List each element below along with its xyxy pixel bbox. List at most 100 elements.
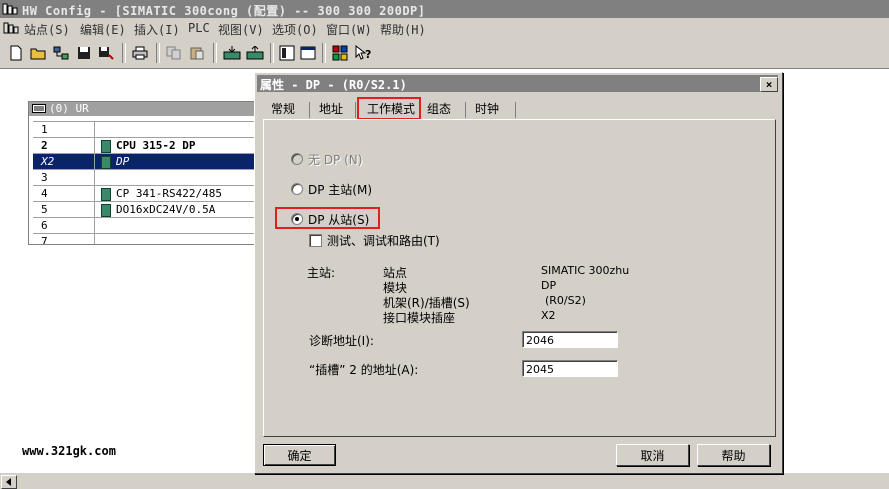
rack-row-4[interactable]: 4 CP 341-RS422/485: [33, 185, 255, 201]
menu-plc[interactable]: PLC: [188, 21, 210, 35]
rack-row-2[interactable]: 2 CPU 315-2 DP: [33, 137, 255, 153]
window-view-button[interactable]: [298, 43, 317, 62]
test-commissioning-checkbox[interactable]: [309, 234, 322, 247]
copy-button[interactable]: [164, 43, 183, 62]
compile-button[interactable]: [96, 43, 115, 62]
slot-number: 3: [33, 170, 95, 185]
toolbar-separator: [270, 43, 274, 63]
do-module-icon: [101, 203, 111, 217]
menu-view[interactable]: 视图(V): [218, 21, 264, 38]
rack-header: (0) UR: [29, 102, 257, 116]
dialog-title-bar[interactable]: 属性 - DP - (R0/S2.1) ×: [257, 75, 778, 92]
module-name: [95, 122, 255, 137]
menu-insert[interactable]: 插入(I): [134, 21, 180, 38]
dialog-title: 属性 - DP - (R0/S2.1): [260, 78, 407, 92]
tab-clock[interactable]: 时钟: [469, 100, 505, 118]
menu-window[interactable]: 窗口(W): [326, 21, 372, 38]
slot-number: 6: [33, 218, 95, 233]
upload-button[interactable]: [245, 43, 264, 62]
interface-socket-value: X2: [541, 309, 556, 322]
help-button[interactable]: 帮助: [697, 444, 770, 466]
slot-number: 5: [33, 202, 95, 217]
save-compile-icon: [98, 46, 114, 60]
new-file-icon: [10, 45, 21, 60]
save-disk-icon: [77, 46, 90, 59]
slot-number: 7: [33, 234, 95, 244]
catalog-button[interactable]: [277, 43, 296, 62]
slot2-address-field[interactable]: 2045: [522, 360, 618, 377]
slot2-address-label: “插槽” 2 的地址(A):: [309, 363, 419, 377]
watermark-text: www.321gk.com: [22, 444, 116, 458]
copy-icon: [166, 46, 180, 59]
cp-module-icon: [101, 187, 111, 201]
module-cell: DO16xDC24V/0.5A: [95, 202, 255, 217]
menu-help[interactable]: 帮助(H): [380, 21, 426, 38]
window-title-bar[interactable]: HW Config - [SIMATIC 300cong (配置) -- 300…: [0, 0, 889, 18]
dp-master-label: DP 主站(M): [308, 183, 373, 197]
slot-number: 2: [33, 138, 95, 153]
module-value: DP: [541, 279, 557, 292]
open-button[interactable]: [28, 43, 47, 62]
window-title: HW Config - [SIMATIC 300cong (配置) -- 300…: [22, 4, 426, 18]
station-icon: [3, 22, 19, 34]
diagnostics-button[interactable]: [330, 43, 349, 62]
tab-configuration[interactable]: 组态: [421, 100, 457, 118]
menu-bar: 站点(S) 编辑(E) 插入(I) PLC 视图(V) 选项(O) 窗口(W) …: [0, 18, 889, 38]
diagnostic-address-field[interactable]: 2046: [522, 331, 618, 348]
rack-row-1[interactable]: 1: [33, 121, 255, 137]
tab-separator: [515, 102, 516, 118]
dp-master-radio[interactable]: [291, 183, 303, 195]
scroll-left-button[interactable]: [1, 475, 17, 489]
slot-number: X2: [33, 154, 95, 169]
print-button[interactable]: [130, 43, 149, 62]
rack-row-5[interactable]: 5 DO16xDC24V/0.5A: [33, 201, 255, 217]
properties-dialog: 属性 - DP - (R0/S2.1) × 常规 地址 工作模式 组态 时钟 无…: [254, 72, 783, 474]
help-pointer-icon: ?: [355, 44, 371, 61]
hw-config-app-icon: [2, 3, 18, 15]
module-name: [95, 218, 255, 233]
tab-address[interactable]: 地址: [313, 100, 349, 118]
rack-row-x2[interactable]: X2 DP: [33, 153, 255, 169]
slot-number: 4: [33, 186, 95, 201]
catalog-icon: [279, 45, 294, 60]
module-cell: CP 341-RS422/485: [95, 186, 255, 201]
tab-separator: [465, 102, 466, 118]
rack-title: (0) UR: [49, 102, 89, 115]
cancel-button[interactable]: 取消: [616, 444, 689, 466]
dp-slave-label: DP 从站(S): [308, 213, 370, 227]
menu-options[interactable]: 选项(O): [272, 21, 318, 38]
download-button[interactable]: [222, 43, 241, 62]
master-label: 主站:: [307, 266, 336, 280]
module-name: [95, 170, 255, 185]
context-help-button[interactable]: ?: [353, 43, 372, 62]
rack-row-7[interactable]: 7: [33, 233, 255, 244]
menu-station[interactable]: 站点(S): [24, 21, 70, 38]
tab-operating-mode[interactable]: 工作模式: [361, 100, 421, 118]
ok-button[interactable]: 确定: [263, 444, 336, 466]
no-dp-label: 无 DP (N): [308, 153, 363, 167]
dp-slave-radio[interactable]: [291, 213, 303, 225]
network-icon: [53, 46, 68, 59]
rack-row-6[interactable]: 6: [33, 217, 255, 233]
toolbar-separator: [322, 43, 326, 63]
save-button[interactable]: [74, 43, 93, 62]
triangle-left-icon: [6, 478, 11, 486]
horizontal-scrollbar[interactable]: [0, 472, 889, 489]
new-button[interactable]: [6, 43, 25, 62]
paste-button[interactable]: [187, 43, 206, 62]
slot-number: 1: [33, 122, 95, 137]
network-button[interactable]: [51, 43, 70, 62]
cpu-module-icon: [101, 139, 111, 153]
menu-edit[interactable]: 编辑(E): [80, 21, 126, 38]
test-commissioning-label: 测试、调试和路由(T): [327, 234, 440, 248]
module-name: CPU 315-2 DP: [116, 139, 196, 152]
rack-window[interactable]: (0) UR 1 2 CPU 315-2 DP X2 DP 3 4 CP 341…: [28, 101, 258, 245]
module-name: CP 341-RS422/485: [116, 187, 222, 200]
dialog-close-button[interactable]: ×: [760, 77, 778, 92]
toolbar-separator: [213, 43, 217, 63]
no-dp-radio[interactable]: [291, 153, 303, 165]
module-cell: CPU 315-2 DP: [95, 138, 255, 153]
tab-general[interactable]: 常规: [265, 100, 301, 118]
rack-slot-value: (R0/S2): [545, 294, 586, 307]
rack-row-3[interactable]: 3: [33, 169, 255, 185]
